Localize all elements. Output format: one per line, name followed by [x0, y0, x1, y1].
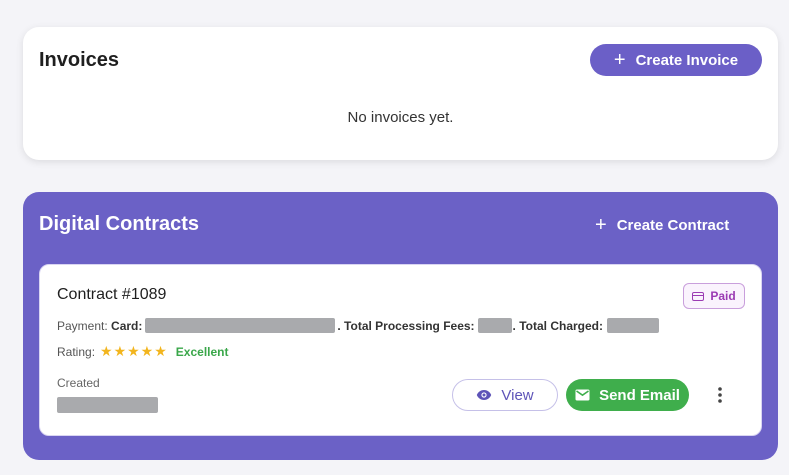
plus-icon: +	[595, 214, 607, 236]
rating: Rating: ★★★★★ Excellent	[57, 343, 229, 360]
rating-label: Rating:	[57, 344, 96, 359]
create-invoice-label: Create Invoice	[635, 51, 739, 69]
charged-label: . Total Charged:	[512, 318, 603, 333]
redacted-total-charged	[607, 318, 659, 333]
view-label: View	[501, 386, 534, 404]
create-contract-button[interactable]: + Create Contract	[595, 212, 755, 238]
create-contract-label: Create Contract	[616, 216, 730, 234]
view-button[interactable]: View	[452, 379, 558, 411]
eye-icon	[477, 390, 492, 400]
credit-card-icon	[692, 291, 705, 301]
redacted-created-date	[57, 397, 158, 413]
mail-icon	[575, 389, 590, 401]
invoices-card: Invoices + Create Invoice No invoices ye…	[23, 27, 778, 160]
card-label: Card:	[111, 318, 143, 333]
contract-card: Contract #1089 Paid Payment: Card: . Tot…	[39, 264, 762, 436]
rating-word: Excellent	[175, 344, 229, 359]
contracts-title: Digital Contracts	[39, 213, 200, 235]
status-badge: Paid	[683, 283, 745, 309]
payment-label: Payment:	[57, 318, 108, 333]
star-rating: ★★★★★	[100, 343, 168, 359]
redacted-card-number	[145, 318, 336, 333]
empty-invoices-message: No invoices yet.	[347, 109, 454, 126]
redacted-processing-fees	[477, 318, 512, 333]
status-badge-label: Paid	[710, 289, 736, 303]
plus-icon: +	[613, 49, 626, 71]
send-email-label: Send Email	[599, 386, 680, 404]
fees-label: . Total Processing Fees:	[337, 318, 475, 333]
create-invoice-button[interactable]: + Create Invoice	[590, 44, 762, 76]
payment-details: Payment: Card: . Total Processing Fees: …	[57, 318, 659, 333]
contract-title: Contract #1089	[57, 286, 167, 303]
more-vertical-icon[interactable]	[710, 381, 730, 409]
digital-contracts-panel: Digital Contracts + Create Contract Cont…	[23, 192, 778, 460]
send-email-button[interactable]: Send Email	[566, 379, 689, 411]
invoices-title: Invoices	[39, 49, 120, 71]
created-label: Created	[57, 376, 100, 390]
